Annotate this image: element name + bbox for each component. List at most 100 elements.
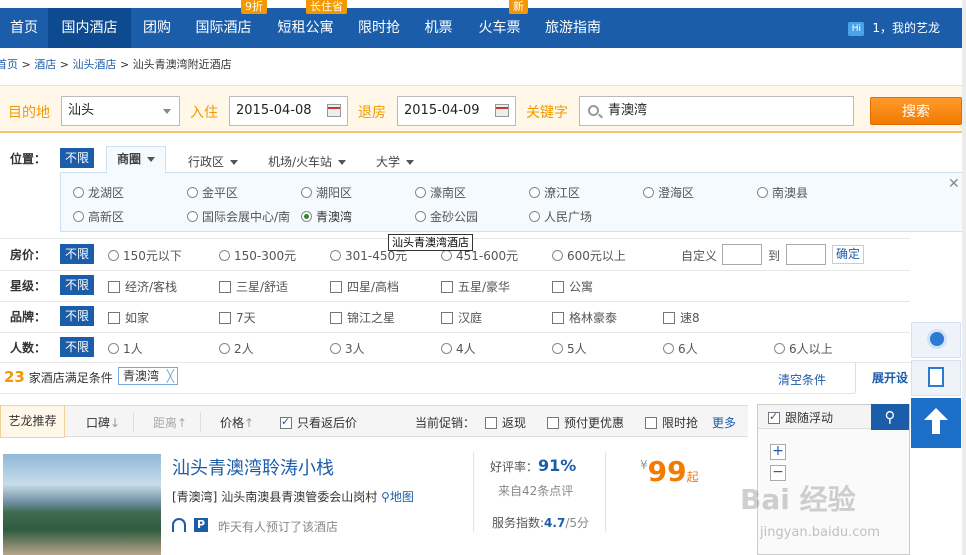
close-icon[interactable]: ╳ <box>167 368 174 384</box>
nav-intl-hotel[interactable]: 国际酒店 <box>183 8 264 48</box>
people-option[interactable]: 4人 <box>441 340 476 357</box>
district-option[interactable]: 金砂公园 <box>415 208 478 225</box>
hotel-photo[interactable] <box>3 454 161 555</box>
confirm-price-button[interactable]: 确定 <box>832 245 865 264</box>
star-option[interactable]: 三星/舒适 <box>219 278 288 295</box>
nav-flights[interactable]: 机票 <box>411 8 466 48</box>
people-option[interactable]: 6人 <box>663 340 698 357</box>
price-option[interactable]: 600元以上 <box>552 247 626 264</box>
map-link[interactable]: 地图 <box>390 490 414 504</box>
people-option[interactable]: 5人 <box>552 340 587 357</box>
clear-filters-link[interactable]: 清空条件 <box>778 371 826 388</box>
calendar-icon[interactable] <box>495 104 509 117</box>
tab-business-district[interactable]: 商圈 <box>106 146 166 173</box>
active-filter-tag[interactable]: 青澳湾 ╳ <box>118 367 179 385</box>
star-unlimited-button[interactable]: 不限 <box>60 275 94 295</box>
district-option[interactable]: 潮阳区 <box>301 184 352 201</box>
district-option[interactable]: 澄海区 <box>643 184 694 201</box>
brand-option[interactable]: 速8 <box>663 309 700 326</box>
promo-label: 当前促销： <box>415 416 476 430</box>
brand-option[interactable]: 格林豪泰 <box>552 309 617 326</box>
tab-admin-district[interactable]: 行政区 <box>188 151 239 173</box>
destination-select[interactable]: 汕头 <box>61 96 180 126</box>
nav-home[interactable]: 首页 <box>0 8 48 48</box>
filter-tag-label: 青澳湾 <box>123 369 160 383</box>
star-option[interactable]: 四星/高档 <box>330 278 399 295</box>
brand-option[interactable]: 7天 <box>219 309 256 326</box>
max-price-input[interactable] <box>786 244 826 265</box>
brand-unlimited-button[interactable]: 不限 <box>60 306 94 326</box>
nav-trains[interactable]: 火车票 <box>466 8 533 48</box>
district-option[interactable]: 南澳县 <box>757 184 808 201</box>
district-option[interactable]: 人民广场 <box>529 208 592 225</box>
more-promos-link[interactable]: 更多 <box>712 414 736 431</box>
sort-recommend-tab[interactable]: 艺龙推荐 <box>0 405 65 438</box>
location-unlimited-button[interactable]: 不限 <box>60 148 94 168</box>
sort-distance[interactable]: 距离↑ <box>153 414 187 431</box>
people-option[interactable]: 2人 <box>219 340 254 357</box>
calendar-icon[interactable] <box>327 104 341 117</box>
star-option[interactable]: 五星/豪华 <box>441 278 510 295</box>
brand-option[interactable]: 如家 <box>108 309 149 326</box>
map-pin-icon[interactable]: ⚲ <box>871 404 909 430</box>
close-icon[interactable]: ✕ <box>948 176 960 192</box>
price-unlimited-button[interactable]: 不限 <box>60 244 94 264</box>
min-price-input[interactable] <box>722 244 762 265</box>
people-unlimited-button[interactable]: 不限 <box>60 337 94 357</box>
zoom-in-button[interactable]: + <box>770 444 786 460</box>
promo-flash[interactable]: 限时抢 <box>645 414 698 431</box>
nav-short-rental[interactable]: 短租公寓 <box>264 8 347 48</box>
nav-domestic-hotel[interactable]: 国内酒店 <box>48 8 131 48</box>
district-option[interactable]: 龙湖区 <box>73 184 124 201</box>
option-label: 金平区 <box>202 186 239 200</box>
price-option[interactable]: 150元以下 <box>108 247 182 264</box>
promo-cashback[interactable]: 返现 <box>485 414 526 431</box>
breadcrumb-city[interactable]: 汕头酒店 <box>72 58 116 71</box>
tab-university[interactable]: 大学 <box>376 151 415 173</box>
option-label: 4人 <box>456 342 476 356</box>
search-button[interactable]: 搜索 <box>870 97 962 125</box>
district-option-selected[interactable]: 青澳湾 <box>301 208 352 225</box>
promo-prepay[interactable]: 预付更优惠 <box>547 414 624 431</box>
breadcrumb-hotel[interactable]: 酒店 <box>34 58 56 71</box>
district-option[interactable]: 濠南区 <box>415 184 466 201</box>
district-option[interactable]: 潦江区 <box>529 184 580 201</box>
star-option[interactable]: 经济/客栈 <box>108 278 177 295</box>
keyword-input[interactable]: 青澳湾 <box>579 96 854 126</box>
feedback-button[interactable] <box>911 360 961 396</box>
divider <box>0 270 910 271</box>
sort-label: 距离 <box>153 416 178 430</box>
sort-price[interactable]: 价格↑ <box>220 414 254 431</box>
people-option[interactable]: 6人以上 <box>774 340 833 357</box>
customer-service-button[interactable] <box>911 322 961 358</box>
scrollbar[interactable] <box>962 0 966 555</box>
divider <box>0 332 910 333</box>
nav-group-buy[interactable]: 团购 <box>131 8 183 48</box>
radio-icon <box>415 211 426 222</box>
nav-flash-sale[interactable]: 限时抢 <box>347 8 411 48</box>
price-option[interactable]: 150-300元 <box>219 247 296 264</box>
brand-option[interactable]: 汉庭 <box>441 309 482 326</box>
rebate-only-checkbox[interactable]: 只看返后价 <box>280 414 357 431</box>
checkout-date-input[interactable]: 2015-04-09 <box>397 96 516 126</box>
radio-icon <box>774 343 785 354</box>
star-option[interactable]: 公寓 <box>552 278 593 295</box>
nav-travel-guide[interactable]: 旅游指南 <box>533 8 613 48</box>
option-label: 6人 <box>678 342 698 356</box>
brand-option[interactable]: 锦江之星 <box>330 309 395 326</box>
breadcrumb-home[interactable]: 首页 <box>0 58 18 71</box>
tab-airport-station[interactable]: 机场/火车站 <box>268 151 347 173</box>
district-option[interactable]: 高新区 <box>73 208 124 225</box>
district-option[interactable]: 国际会展中心/南 <box>187 208 290 225</box>
back-to-top-button[interactable] <box>911 398 961 448</box>
checkin-date-input[interactable]: 2015-04-08 <box>229 96 348 126</box>
people-option[interactable]: 1人 <box>108 340 143 357</box>
review-count-link[interactable]: 来自42条点评 <box>498 482 573 499</box>
user-menu[interactable]: Hi 1，我的艺龙 <box>848 8 940 48</box>
people-option[interactable]: 3人 <box>330 340 365 357</box>
checkbox-icon <box>108 281 120 293</box>
sort-reputation[interactable]: 口碑↓ <box>86 414 120 431</box>
district-option[interactable]: 金平区 <box>187 184 238 201</box>
hotel-name-link[interactable]: 汕头青澳湾聆涛小栈 <box>172 454 334 480</box>
tab-label: 机场/火车站 <box>268 155 333 169</box>
